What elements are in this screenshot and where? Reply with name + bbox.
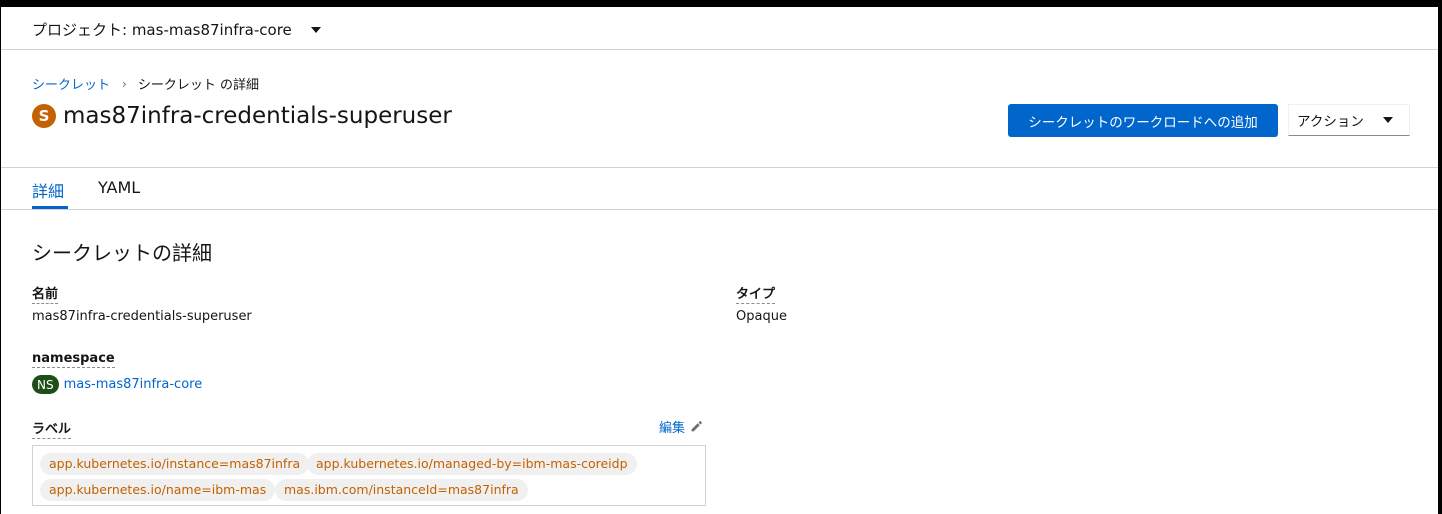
chevron-right-icon: › xyxy=(122,76,127,91)
active-tab-indicator xyxy=(32,206,68,209)
breadcrumb-secrets-link[interactable]: シークレット xyxy=(32,74,110,93)
project-selector-label: プロジェクト: mas-mas87infra-core xyxy=(32,21,292,39)
actions-dropdown-label: アクション xyxy=(1297,114,1364,130)
namespace-value: NS mas-mas87infra-core xyxy=(32,375,202,394)
section-title: シークレットの詳細 xyxy=(32,241,212,265)
edit-labels-label: 編集 xyxy=(659,421,686,436)
labels-list: app.kubernetes.io/instance=mas87infra ap… xyxy=(32,445,706,506)
page-title-row: S mas87infra-credentials-superuser xyxy=(32,103,452,129)
add-secret-to-workload-button[interactable]: シークレットのワークロードへの追加 xyxy=(1008,104,1278,137)
label-chip[interactable]: app.kubernetes.io/name=ibm-mas xyxy=(40,479,276,501)
actions-dropdown[interactable]: アクション xyxy=(1288,104,1410,136)
secret-resource-badge: S xyxy=(32,104,56,128)
breadcrumb-current: シークレット の詳細 xyxy=(137,78,259,93)
tab-bar: 詳細 YAML xyxy=(1,168,1438,210)
type-value: Opaque xyxy=(736,309,787,324)
breadcrumb: シークレット › シークレット の詳細 xyxy=(32,74,259,94)
tab-yaml[interactable]: YAML xyxy=(98,178,140,197)
type-label: タイプ xyxy=(736,283,776,304)
tab-details[interactable]: 詳細 xyxy=(32,178,64,202)
name-label: 名前 xyxy=(32,283,59,304)
name-value: mas87infra-credentials-superuser xyxy=(32,309,252,324)
namespace-badge: NS xyxy=(32,375,59,394)
project-selector[interactable]: プロジェクト: mas-mas87infra-core xyxy=(32,19,321,40)
label-chip[interactable]: mas.ibm.com/instanceId=mas87infra xyxy=(275,479,528,501)
label-chip[interactable]: app.kubernetes.io/instance=mas87infra xyxy=(40,453,310,475)
secret-details-page: プロジェクト: mas-mas87infra-core シークレット › シーク… xyxy=(1,7,1438,514)
caret-down-icon xyxy=(1383,117,1393,123)
edit-labels-button[interactable]: 編集 xyxy=(659,417,703,436)
page-title: mas87infra-credentials-superuser xyxy=(63,103,452,129)
project-bar: プロジェクト: mas-mas87infra-core xyxy=(1,7,1438,50)
window-edge xyxy=(1438,0,1442,514)
labels-label: ラベル xyxy=(32,418,72,439)
caret-down-icon xyxy=(310,26,321,33)
namespace-link[interactable]: mas-mas87infra-core xyxy=(64,377,203,392)
namespace-label: namespace xyxy=(32,351,115,368)
pencil-icon xyxy=(691,421,702,432)
label-chip[interactable]: app.kubernetes.io/managed-by=ibm-mas-cor… xyxy=(307,453,637,475)
